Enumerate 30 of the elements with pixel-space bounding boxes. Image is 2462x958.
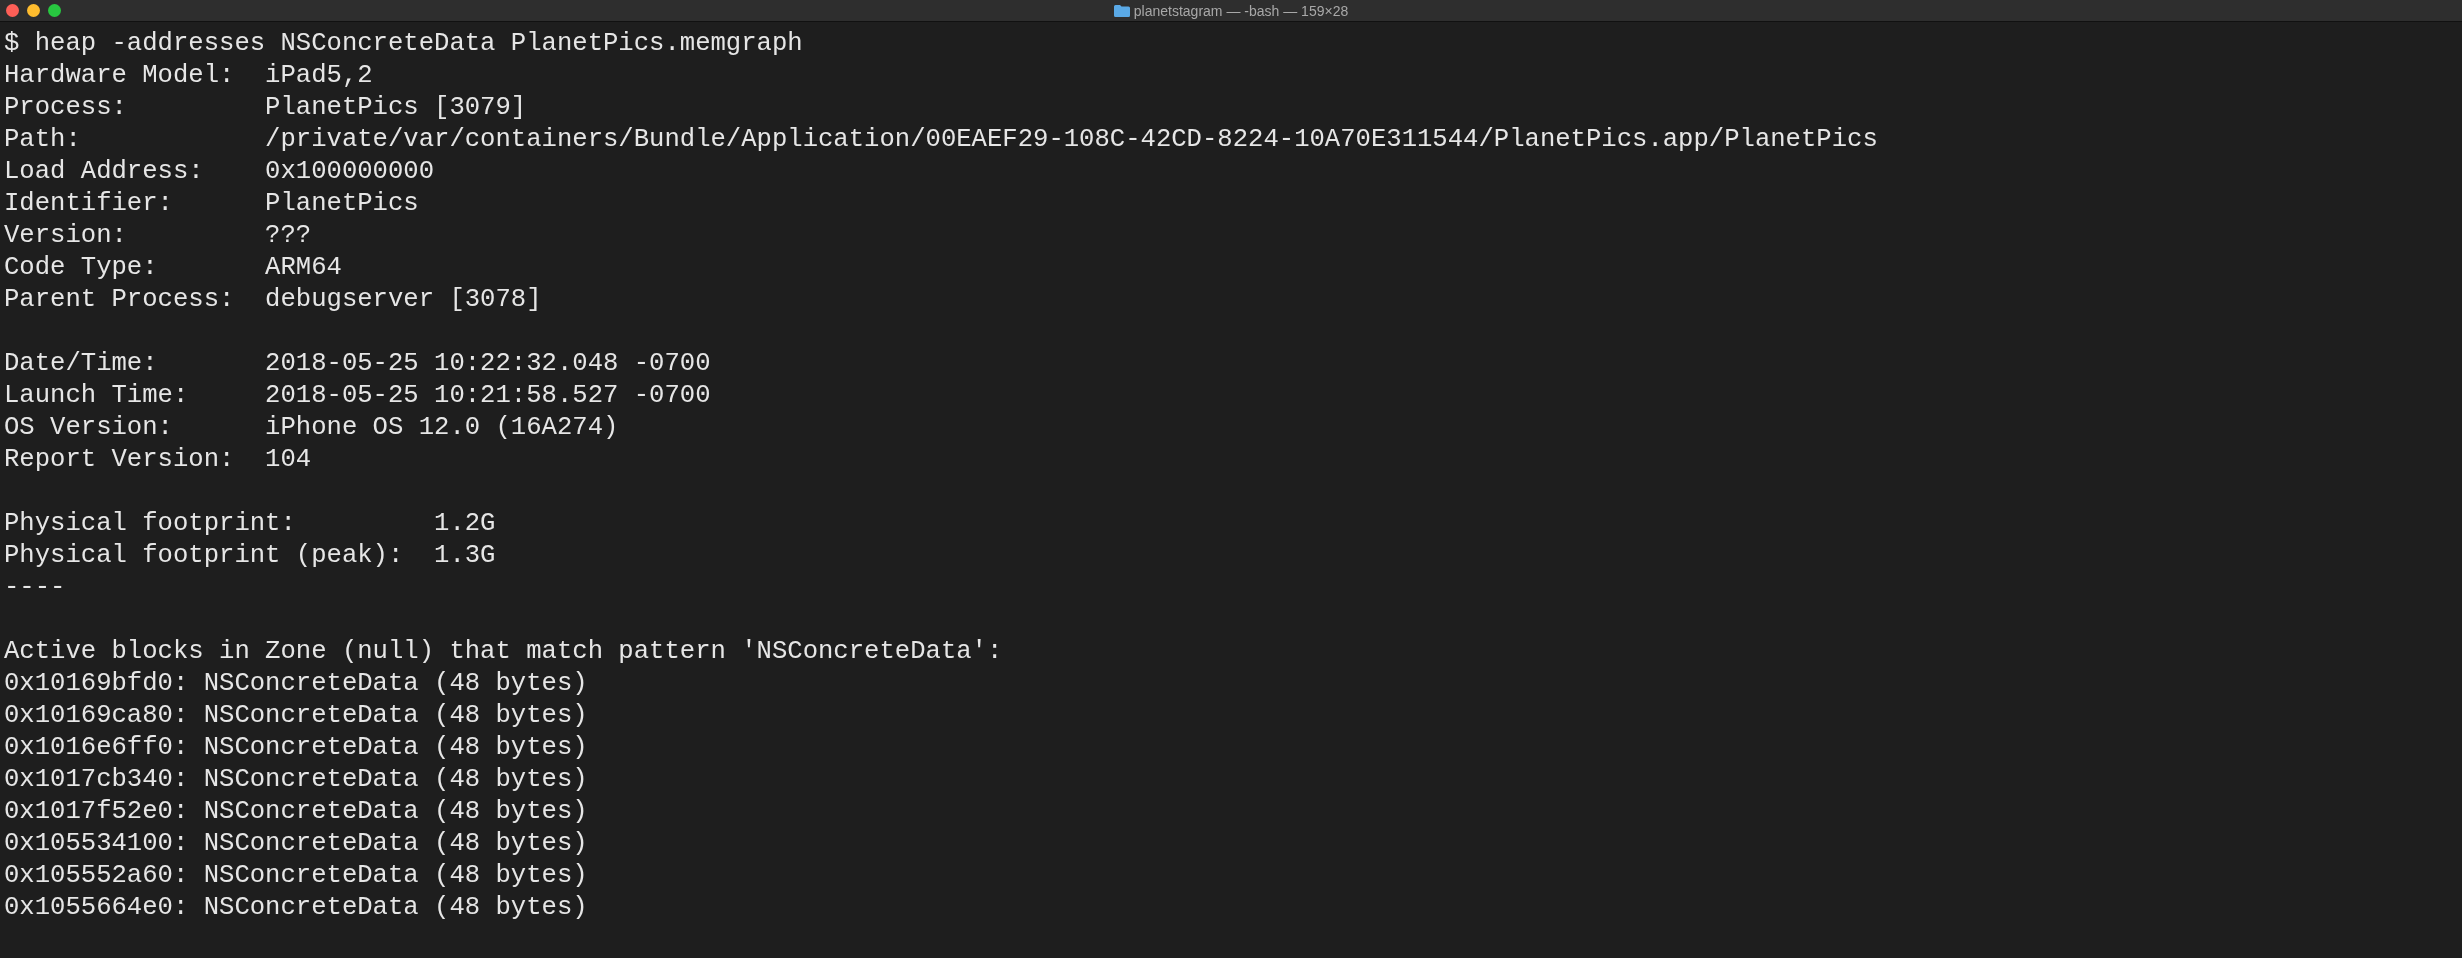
- output-line: Physical footprint (peak): 1.3G: [4, 541, 496, 570]
- output-line: Process: PlanetPics [3079]: [4, 93, 527, 122]
- output-line: Parent Process: debugserver [3078]: [4, 285, 542, 314]
- output-line: Identifier: PlanetPics: [4, 189, 419, 218]
- output-line: 0x1016e6ff0: NSConcreteData (48 bytes): [4, 733, 588, 762]
- output-line: $ heap -addresses NSConcreteData PlanetPics.memgraph: [4, 29, 803, 58]
- output-line: ----: [4, 573, 66, 602]
- output-line: 0x1055664e0: NSConcreteData (48 bytes): [4, 893, 588, 922]
- output-line: Load Address: 0x100000000: [4, 157, 435, 186]
- close-button[interactable]: [6, 4, 19, 17]
- output-line: Path: /private/var/containers/Bundle/Application/00EAEF29-108C-42CD-8224-10A70E311544/PlanetPics.app/PlanetPics: [4, 125, 1878, 154]
- output-line: 0x105552a60: NSConcreteData (48 bytes): [4, 861, 588, 890]
- output-line: 0x105534100: NSConcreteData (48 bytes): [4, 829, 588, 858]
- output-line: 0x1017f52e0: NSConcreteData (48 bytes): [4, 797, 588, 826]
- window-title: planetstagram — -bash — 159×28: [1133, 1, 1349, 21]
- output-line: Hardware Model: iPad5,2: [4, 61, 373, 90]
- minimize-button[interactable]: [27, 4, 40, 17]
- output-line: 0x10169ca80: NSConcreteData (48 bytes): [4, 701, 588, 730]
- output-line: Date/Time: 2018-05-25 10:22:32.048 -0700: [4, 349, 711, 378]
- output-line: Physical footprint: 1.2G: [4, 509, 496, 538]
- output-line: Version: ???: [4, 221, 312, 250]
- output-line: 0x10169bfd0: NSConcreteData (48 bytes): [4, 669, 588, 698]
- output-line: Code Type: ARM64: [4, 253, 342, 282]
- output-line: 0x1017cb340: NSConcreteData (48 bytes): [4, 765, 588, 794]
- output-line: Active blocks in Zone (null) that match pattern 'NSConcreteData':: [4, 637, 1003, 666]
- folder-icon: [1113, 4, 1130, 17]
- output-line: OS Version: iPhone OS 12.0 (16A274): [4, 413, 619, 442]
- zoom-button[interactable]: [48, 4, 61, 17]
- output-line: Launch Time: 2018-05-25 10:21:58.527 -0700: [4, 381, 711, 410]
- output-line: Report Version: 104: [4, 445, 312, 474]
